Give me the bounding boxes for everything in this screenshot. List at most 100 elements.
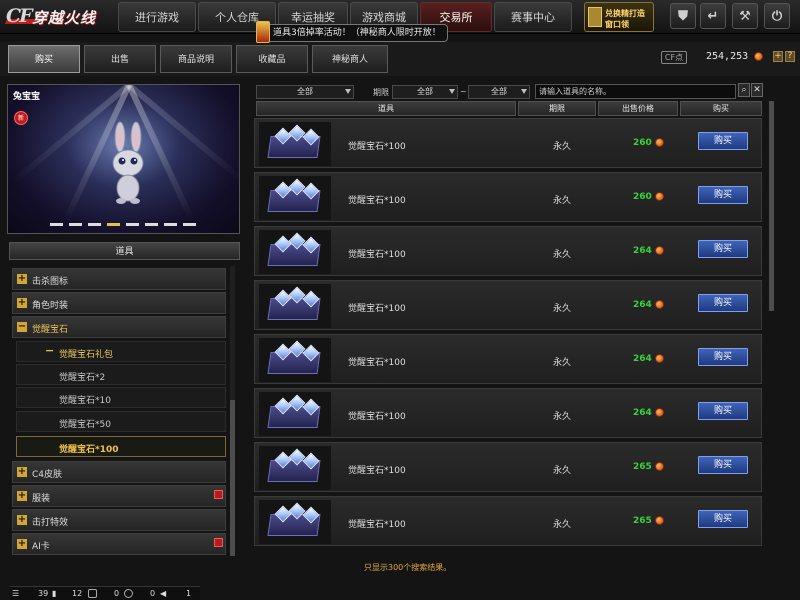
shield-icon[interactable]: ⛊	[670, 3, 696, 29]
buy-button[interactable]: 购买	[698, 402, 748, 420]
buy-button[interactable]: 购买	[698, 510, 748, 528]
listing-row[interactable]: 觉醒宝石*100 永久 260 购买	[254, 118, 762, 168]
column-header-item: 道具	[256, 101, 516, 116]
back-icon[interactable]: ↵	[700, 3, 726, 29]
wrench-icon[interactable]: ⚒	[732, 3, 758, 29]
subtab-buy[interactable]: 购买	[8, 45, 80, 73]
subtab-sell[interactable]: 出售	[84, 45, 156, 73]
category-outfit[interactable]: + 服装	[12, 485, 226, 507]
subcategory-item[interactable]: 觉醒宝石*50	[16, 411, 226, 432]
category-hit-effect[interactable]: + 击打特效	[12, 509, 226, 531]
category-label: 击打特效	[32, 518, 69, 528]
recharge-button[interactable]: +	[773, 51, 783, 62]
subtab-label: 出售	[110, 55, 129, 65]
pager-dot[interactable]	[183, 223, 196, 226]
buy-button[interactable]: 购买	[698, 132, 748, 150]
subtab-collection[interactable]: 收藏品	[236, 45, 308, 73]
pager-dot[interactable]	[69, 223, 82, 226]
pager-dot-active[interactable]	[107, 223, 120, 226]
category-scrollbar[interactable]	[230, 266, 235, 556]
buy-button[interactable]: 购买	[698, 294, 748, 312]
nav-tab-events[interactable]: 赛事中心	[494, 2, 572, 32]
coin-icon	[754, 51, 764, 61]
category-character-skin[interactable]: + 角色时装	[12, 292, 226, 314]
item-thumbnail	[259, 230, 331, 274]
game-logo: CF 穿越火线	[4, 3, 104, 31]
buy-button[interactable]: 购买	[698, 186, 748, 204]
price-value: 260	[633, 138, 652, 148]
item-price: 260	[633, 138, 664, 148]
item-duration: 永久	[553, 466, 572, 476]
category-label: 击杀图标	[32, 277, 69, 287]
category-awakening-gem[interactable]: − 觉醒宝石	[12, 316, 226, 338]
pager-dot[interactable]	[164, 223, 177, 226]
type-filter-select[interactable]: 全部	[256, 85, 354, 99]
dropdown-arrow-icon	[449, 89, 455, 94]
gift-banner-button[interactable]: 兑换精打造 窗口领	[584, 2, 654, 32]
item-duration: 永久	[553, 412, 572, 422]
subtab-item-info[interactable]: 商品说明	[160, 45, 232, 73]
buy-button[interactable]: 购买	[698, 456, 748, 474]
listing-row[interactable]: 觉醒宝石*100 永久 264 购买	[254, 334, 762, 384]
subtab-mystery-merchant[interactable]: 神秘商人	[312, 45, 388, 73]
gift-box-icon	[588, 7, 602, 27]
category-label: 觉醒宝石	[32, 325, 69, 335]
listing-row[interactable]: 觉醒宝石*100 永久 265 购买	[254, 442, 762, 492]
pager-dot[interactable]	[88, 223, 101, 226]
period-label: 期限	[373, 88, 389, 97]
coin-icon	[654, 138, 664, 147]
subtab-label: 购买	[34, 55, 53, 65]
item-duration: 永久	[553, 250, 572, 260]
nav-tab-label: 幸运抽奖	[291, 11, 335, 24]
item-name: 觉醒宝石*100	[348, 412, 406, 422]
expand-icon: +	[17, 490, 27, 501]
chat-icon[interactable]	[124, 589, 133, 598]
item-price: 265	[633, 516, 664, 526]
rabbit-character-image	[112, 121, 144, 204]
subtab-label: 商品说明	[177, 55, 214, 65]
listing-row[interactable]: 觉醒宝石*100 永久 264 购买	[254, 226, 762, 276]
buy-button[interactable]: 购买	[698, 348, 748, 366]
listing-row[interactable]: 觉醒宝石*100 永久 265 购买	[254, 496, 762, 546]
category-kill-icon[interactable]: + 击杀图标	[12, 268, 226, 290]
sound-icon[interactable]: ◀	[160, 589, 166, 598]
menu-icon[interactable]: ☰	[12, 589, 19, 598]
power-icon[interactable]: ⏻	[764, 3, 790, 29]
subcategory-item[interactable]: 觉醒宝石*2	[16, 364, 226, 385]
nav-tab-play[interactable]: 进行游戏	[118, 2, 196, 32]
buy-button[interactable]: 购买	[698, 240, 748, 258]
listing-scrollbar[interactable]	[769, 101, 774, 311]
subcategory-gem-pack[interactable]: − 觉醒宝石礼包	[16, 341, 226, 362]
listing-row[interactable]: 觉醒宝石*100 永久 260 购买	[254, 172, 762, 222]
scrollbar-thumb[interactable]	[230, 400, 235, 556]
category-ai-card[interactable]: + AI卡	[12, 533, 226, 555]
pager-dot[interactable]	[50, 223, 63, 226]
clear-icon[interactable]: ✕	[751, 83, 763, 97]
period-from-select[interactable]: 全部	[392, 85, 458, 99]
period-to-select[interactable]: 全部	[468, 85, 530, 99]
category-label: AI卡	[32, 542, 50, 552]
category-c4-skin[interactable]: + C4皮肤	[12, 461, 226, 483]
subcategory-item[interactable]: 觉醒宝石*10	[16, 387, 226, 408]
item-name: 觉醒宝石*100	[348, 142, 406, 152]
subcategory-item-selected[interactable]: 觉醒宝石*100	[16, 436, 226, 457]
item-thumbnail	[259, 446, 331, 490]
hot-tag-icon	[214, 490, 223, 499]
item-thumbnail	[259, 284, 331, 328]
coin-icon	[654, 516, 664, 525]
pager-dot[interactable]	[145, 223, 158, 226]
listing-row[interactable]: 觉醒宝石*100 永久 264 购买	[254, 280, 762, 330]
balance-display: 254,253	[706, 51, 764, 62]
subtab-label: 收藏品	[258, 55, 286, 65]
search-icon[interactable]: ⌕	[738, 83, 750, 97]
pager-dot[interactable]	[126, 223, 139, 226]
listing-table: 觉醒宝石*100 永久 260 购买 觉醒宝石*100 永久 260 购买 觉醒宝石*100…	[254, 118, 764, 558]
item-search-input[interactable]: 请输入道具的名称。	[535, 84, 736, 99]
hot-tag-icon	[214, 538, 223, 547]
coin-icon	[654, 354, 664, 363]
subcategory-label: 觉醒宝石*50	[59, 420, 111, 430]
listing-row[interactable]: 觉醒宝石*100 永久 264 购买	[254, 388, 762, 438]
promo-tooltip: 道具3倍掉率活动！（神秘商人限时开放！	[266, 24, 448, 42]
info-button[interactable]: ?	[785, 51, 795, 62]
coin-icon	[654, 408, 664, 417]
